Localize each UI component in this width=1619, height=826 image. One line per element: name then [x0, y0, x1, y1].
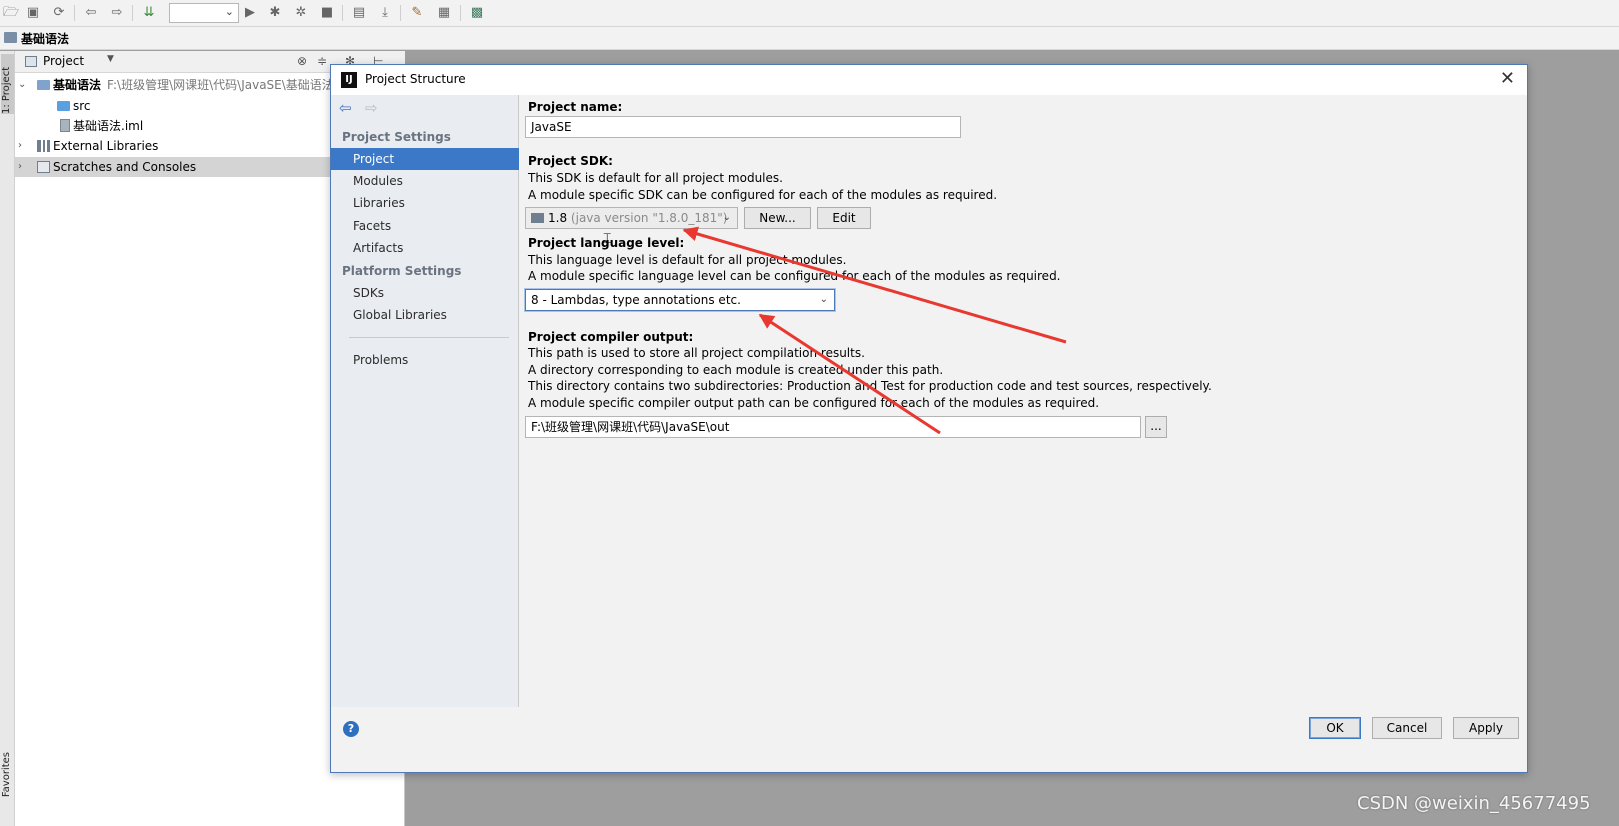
mouse-cursor-icon: ⌶: [603, 231, 612, 247]
compiler-output-description-2: A directory corresponding to each module…: [528, 363, 944, 377]
save-icon[interactable]: ▣: [24, 4, 42, 22]
sdk-edit-button[interactable]: Edit: [817, 207, 871, 229]
navigation-bar: 基础语法: [0, 27, 1619, 50]
back-icon[interactable]: ⇦: [82, 4, 100, 22]
build-icon[interactable]: ⇊: [140, 4, 158, 22]
tree-item-label: src: [73, 99, 91, 113]
stop-icon[interactable]: ■: [318, 4, 336, 22]
project-view-icon: [25, 56, 37, 67]
compiler-output-path-input[interactable]: F:\班级管理\网课班\代码\JavaSE\out: [525, 416, 1141, 438]
sidebar-divider: [349, 337, 509, 338]
browse-button[interactable]: ...: [1145, 416, 1167, 438]
project-structure-icon[interactable]: ▦: [435, 4, 453, 22]
toolbar-separator: [132, 5, 133, 21]
compiler-output-description-1: This path is used to store all project c…: [528, 346, 865, 360]
sdk-manager-icon[interactable]: ▩: [468, 4, 486, 22]
library-icon: [37, 140, 50, 152]
project-settings-panel: Project name: JavaSE Project SDK: This S…: [520, 95, 1527, 707]
tree-item-label: External Libraries: [53, 139, 159, 153]
coverage-icon[interactable]: ✲: [292, 4, 310, 22]
help-icon[interactable]: ?: [343, 721, 359, 737]
project-structure-dialog: IJ Project Structure ✕ ⇦ ⇨ Project Setti…: [330, 64, 1528, 773]
scratches-icon: [37, 161, 50, 173]
compiler-output-label: Project compiler output:: [528, 330, 694, 344]
dialog-title: Project Structure: [365, 72, 466, 86]
watermark: CSDN @weixin_45677495: [1357, 793, 1591, 814]
source-folder-icon: [57, 101, 70, 111]
tool-tab-project[interactable]: 1: Project: [1, 54, 14, 114]
toolbar-separator: [74, 5, 75, 21]
cancel-button[interactable]: Cancel: [1372, 717, 1442, 739]
chevron-down-icon: ⌄: [722, 212, 731, 223]
forward-icon[interactable]: ⇨: [108, 4, 126, 22]
chevron-right-icon[interactable]: ›: [18, 136, 22, 156]
forward-arrow-icon[interactable]: ⇨: [365, 99, 378, 117]
compiler-output-description-4: A module specific compiler output path c…: [528, 396, 1100, 410]
collapse-icon[interactable]: ≑: [317, 54, 327, 68]
run-config-combo[interactable]: ⌄: [169, 3, 239, 23]
module-folder-icon: [37, 80, 50, 90]
sdk-folder-icon: [531, 213, 544, 223]
sdk-description-2: A module specific SDK can be configured …: [528, 188, 998, 202]
tree-item-label: 基础语法: [53, 78, 102, 92]
chevron-down-icon[interactable]: ▼: [107, 54, 114, 64]
chevron-right-icon[interactable]: ›: [18, 157, 22, 177]
sidebar-item-libraries[interactable]: Libraries: [331, 192, 519, 214]
language-level-description-2: A module specific language level can be …: [528, 269, 1061, 283]
toolbar-separator: [400, 5, 401, 21]
locate-icon[interactable]: ⊗: [297, 54, 307, 68]
sidebar-item-artifacts[interactable]: Artifacts: [331, 237, 519, 259]
toolbar-separator: [342, 5, 343, 21]
ok-button[interactable]: OK: [1309, 717, 1361, 739]
project-name-label: Project name:: [528, 100, 623, 114]
tree-item-path: F:\班级管理\网课班\代码\JavaSE\基础语法: [107, 78, 334, 92]
tree-item-label: Scratches and Consoles: [53, 160, 197, 174]
chevron-down-icon[interactable]: ⌄: [18, 75, 26, 95]
vcs-update-icon[interactable]: ▤: [350, 4, 368, 22]
chevron-down-icon: ⌄: [819, 294, 828, 305]
tool-tab-favorites[interactable]: Favorites: [1, 752, 12, 797]
sidebar-item-facets[interactable]: Facets: [331, 215, 519, 237]
sync-icon[interactable]: ⟳: [50, 4, 68, 22]
main-toolbar: 🗁 ▣ ⟳ ⇦ ⇨ ⇊ ⌄ ▶ ✱ ✲ ■ ▤ ⤓ ✎ ▦ ▩: [0, 0, 1619, 27]
breadcrumb-project[interactable]: 基础语法: [21, 30, 69, 47]
sdk-new-button[interactable]: New...: [744, 207, 811, 229]
language-level-description-1: This language level is default for all p…: [528, 253, 847, 267]
apply-button[interactable]: Apply: [1453, 717, 1519, 739]
iml-file-icon: [60, 119, 70, 132]
sdk-version: 1.8: [548, 211, 568, 225]
vcs-commit-icon[interactable]: ⤓: [376, 4, 394, 22]
project-sdk-select[interactable]: 1.8 (java version "1.8.0_181") ⌄: [525, 207, 738, 229]
section-platform-settings: Platform Settings: [342, 264, 462, 278]
sidebar-item-sdks[interactable]: SDKs: [331, 282, 519, 304]
sidebar-item-problems[interactable]: Problems: [331, 349, 519, 371]
sidebar-item-modules[interactable]: Modules: [331, 170, 519, 192]
back-arrow-icon[interactable]: ⇦: [339, 99, 352, 117]
dialog-footer: ? OK Cancel Apply: [331, 707, 1527, 772]
sidebar-item-project[interactable]: Project: [331, 148, 519, 170]
compiler-output-description-3: This directory contains two subdirectori…: [528, 379, 1212, 393]
project-sdk-label: Project SDK:: [528, 154, 613, 168]
close-icon[interactable]: ✕: [1500, 68, 1515, 90]
project-name-input[interactable]: JavaSE: [525, 116, 961, 138]
tool-window-strip: [0, 51, 15, 826]
settings-wrench-icon[interactable]: ✎: [408, 4, 426, 22]
language-level-select[interactable]: 8 - Lambdas, type annotations etc. ⌄: [525, 289, 835, 311]
sdk-description-1: This SDK is default for all project modu…: [528, 171, 783, 185]
sdk-detail: (java version "1.8.0_181"): [570, 211, 728, 225]
tree-item-label: 基础语法.iml: [73, 119, 144, 133]
debug-icon[interactable]: ✱: [266, 4, 284, 22]
intellij-logo-icon: IJ: [341, 72, 357, 88]
module-folder-icon: [4, 32, 17, 43]
dialog-titlebar: IJ Project Structure ✕: [331, 65, 1527, 95]
project-view-selector[interactable]: Project: [43, 54, 84, 68]
language-level-value: 8 - Lambdas, type annotations etc.: [531, 293, 741, 307]
chevron-down-icon: ⌄: [224, 5, 234, 18]
run-icon[interactable]: ▶: [241, 4, 259, 22]
section-project-settings: Project Settings: [342, 130, 451, 144]
sidebar-item-global-libraries[interactable]: Global Libraries: [331, 304, 519, 326]
settings-sidebar: ⇦ ⇨ Project Settings Project Modules Lib…: [331, 95, 519, 707]
toolbar-separator: [460, 5, 461, 21]
open-folder-icon[interactable]: 🗁: [2, 4, 20, 22]
